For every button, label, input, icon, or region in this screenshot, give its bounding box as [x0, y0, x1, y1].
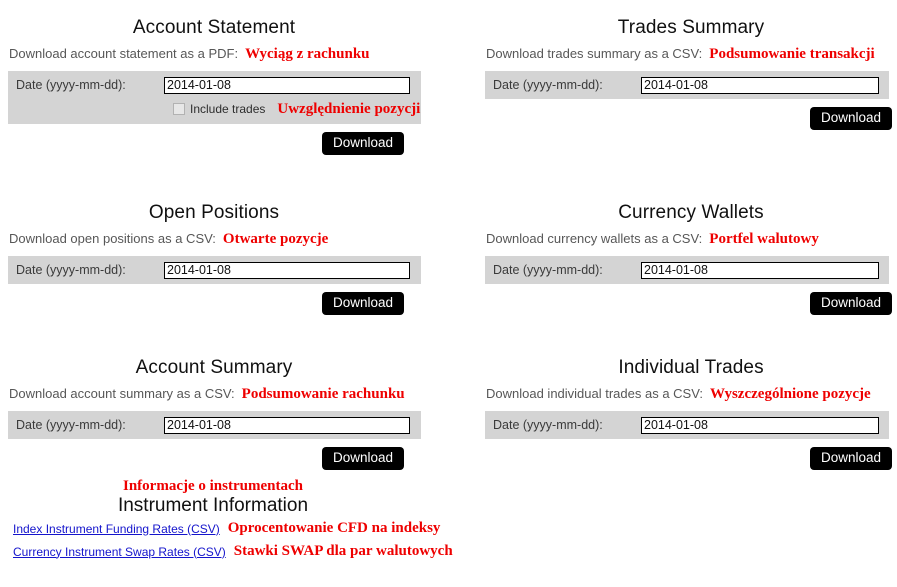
section-description-currency-wallets: Download currency wallets as a CSV:	[486, 231, 703, 246]
date-input-trades-summary[interactable]	[641, 76, 879, 94]
section-title-open-positions: Open Positions	[148, 202, 280, 223]
date-panel-account-statement: Date (yyyy-mm-dd): Include trades Uwzglę…	[8, 71, 421, 124]
download-row-trades-summary: Download	[481, 99, 897, 139]
instrument-information-section: Informacje o instrumentach Instrument In…	[4, 478, 453, 563]
annotation-currency-instrument-swap-rates: Stawki SWAP dla par walutowych	[233, 543, 453, 559]
date-label-trades-summary: Date (yyyy-mm-dd):	[493, 78, 603, 92]
date-input-individual-trades[interactable]	[641, 416, 879, 434]
section-description-row-account-summary: Download account summary as a CSV: Podsum…	[4, 379, 424, 408]
link-currency-instrument-swap-rates[interactable]: Currency Instrument Swap Rates (CSV)	[13, 545, 226, 559]
annotation-individual-trades: Wyszczególnione pozycje	[710, 386, 871, 402]
date-field-row-trades-summary: Date (yyyy-mm-dd):	[485, 75, 889, 95]
section-title-trades-summary: Trades Summary	[617, 17, 765, 38]
section-description-account-summary: Download account summary as a CSV:	[9, 386, 235, 401]
download-row-open-positions: Download	[4, 284, 424, 324]
section-currency-wallets: Currency Wallets Download currency walle…	[481, 185, 897, 340]
date-label-account-summary: Date (yyyy-mm-dd):	[16, 418, 126, 432]
section-description-row-account-statement: Download account statement as a PDF: Wyci…	[4, 39, 424, 68]
include-trades-label: Include trades	[190, 102, 266, 116]
annotation-include-trades: Uwzględnienie pozycji	[277, 100, 421, 117]
download-row-currency-wallets: Download	[481, 284, 897, 324]
link-row-currency-swap-rates: Currency Instrument Swap Rates (CSV) Sta…	[4, 540, 453, 563]
section-description-row-open-positions: Download open positions as a CSV: Otwarte…	[4, 224, 424, 253]
date-input-currency-wallets[interactable]	[641, 261, 879, 279]
section-open-positions: Open Positions Download open positions a…	[4, 185, 424, 340]
section-description-trades-summary: Download trades summary as a CSV:	[486, 46, 703, 61]
annotation-trades-summary: Podsumowanie transakcji	[709, 46, 875, 62]
section-title-account-summary: Account Summary	[135, 357, 293, 378]
annotation-instrument-information: Informacje o instrumentach	[123, 478, 303, 494]
date-field-row-individual-trades: Date (yyyy-mm-dd):	[485, 415, 889, 435]
section-title-account-statement: Account Statement	[132, 17, 296, 38]
date-label-individual-trades: Date (yyyy-mm-dd):	[493, 418, 603, 432]
left-column: Account Statement Download account state…	[4, 0, 453, 559]
section-account-statement: Account Statement Download account state…	[4, 0, 424, 185]
download-button-open-positions[interactable]: Download	[321, 292, 404, 316]
link-row-index-funding-rates: Index Instrument Funding Rates (CSV) Opr…	[4, 517, 440, 540]
date-panel-currency-wallets: Date (yyyy-mm-dd):	[485, 256, 889, 284]
include-trades-row: Include trades Uwzględnienie pozycji	[8, 98, 421, 120]
section-title-individual-trades: Individual Trades	[618, 357, 764, 378]
section-description-row-currency-wallets: Download currency wallets as a CSV: Portf…	[481, 224, 897, 253]
include-trades-checkbox[interactable]	[173, 103, 185, 115]
right-column: Trades Summary Download trades summary a…	[481, 0, 897, 471]
date-panel-individual-trades: Date (yyyy-mm-dd):	[485, 411, 889, 439]
section-description-account-statement: Download account statement as a PDF:	[9, 46, 239, 61]
date-label-account-statement: Date (yyyy-mm-dd):	[16, 78, 126, 92]
annotation-currency-wallets: Portfel walutowy	[709, 231, 819, 247]
annotation-account-statement: Wyciąg z rachunku	[245, 46, 370, 62]
section-account-summary: Account Summary Download account summary…	[4, 340, 424, 471]
download-row-individual-trades: Download	[481, 439, 897, 479]
annotation-account-summary: Podsumowanie rachunku	[241, 386, 405, 402]
section-description-individual-trades: Download individual trades as a CSV:	[486, 386, 704, 401]
annotation-index-instrument-funding-rates: Oprocentowanie CFD na indeksy	[227, 520, 441, 536]
date-input-account-summary[interactable]	[164, 416, 410, 434]
section-description-row-trades-summary: Download trades summary as a CSV: Podsumo…	[481, 39, 897, 68]
date-panel-account-summary: Date (yyyy-mm-dd):	[8, 411, 421, 439]
download-button-account-statement[interactable]: Download	[321, 132, 404, 156]
download-button-currency-wallets[interactable]: Download	[809, 292, 892, 316]
date-input-open-positions[interactable]	[164, 261, 410, 279]
date-field-row-open-positions: Date (yyyy-mm-dd):	[8, 260, 421, 280]
download-row-account-statement: Download	[4, 124, 424, 164]
date-label-currency-wallets: Date (yyyy-mm-dd):	[493, 263, 603, 277]
section-individual-trades: Individual Trades Download individual tr…	[481, 340, 897, 471]
date-field-row-account-summary: Date (yyyy-mm-dd):	[8, 415, 421, 435]
download-button-account-summary[interactable]: Download	[321, 447, 404, 471]
section-title-currency-wallets: Currency Wallets	[618, 202, 764, 223]
date-field-row-account-statement: Date (yyyy-mm-dd):	[8, 75, 421, 95]
link-index-instrument-funding-rates[interactable]: Index Instrument Funding Rates (CSV)	[13, 522, 220, 536]
section-description-open-positions: Download open positions as a CSV:	[9, 231, 216, 246]
section-description-row-individual-trades: Download individual trades as a CSV: Wysz…	[481, 379, 897, 408]
annotation-open-positions: Otwarte pozycje	[222, 231, 329, 247]
date-panel-open-positions: Date (yyyy-mm-dd):	[8, 256, 421, 284]
download-button-individual-trades[interactable]: Download	[809, 447, 892, 471]
download-row-account-summary: Download	[4, 439, 424, 479]
date-panel-trades-summary: Date (yyyy-mm-dd):	[485, 71, 889, 99]
instrument-information-title: Instrument Information	[117, 495, 309, 516]
section-trades-summary: Trades Summary Download trades summary a…	[481, 0, 897, 185]
download-button-trades-summary[interactable]: Download	[809, 107, 892, 131]
date-label-open-positions: Date (yyyy-mm-dd):	[16, 263, 126, 277]
date-field-row-currency-wallets: Date (yyyy-mm-dd):	[485, 260, 889, 280]
date-input-account-statement[interactable]	[164, 76, 410, 94]
